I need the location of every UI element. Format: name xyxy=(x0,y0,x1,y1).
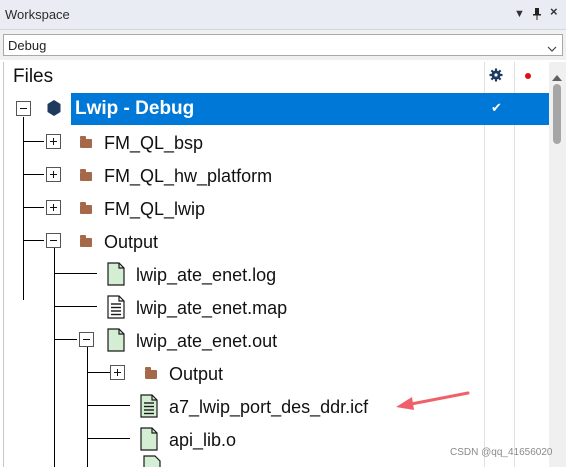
vertical-scrollbar[interactable] xyxy=(549,62,566,467)
tree-item-label: lwip_ate_enet.out xyxy=(136,331,278,351)
tree-item-output-nested[interactable]: Output xyxy=(4,357,549,390)
tree-item-label: FM_QL_hw_platform xyxy=(104,166,273,186)
text-file-icon xyxy=(140,394,158,423)
folder-icon xyxy=(80,202,92,214)
expand-toggle[interactable] xyxy=(110,365,125,380)
workspace-titlebar: Workspace ▼ × xyxy=(0,0,566,30)
tree-item-label: Output xyxy=(169,364,224,384)
files-column-label: Files xyxy=(13,66,54,87)
file-icon xyxy=(107,262,125,291)
tree-item-label: api_lib.o xyxy=(169,430,237,450)
tree-item-label: FM_QL_bsp xyxy=(104,133,204,153)
tree-item-label: lwip_ate_enet.map xyxy=(136,298,288,318)
pin-icon[interactable] xyxy=(532,8,542,23)
tree-item-map-file[interactable]: lwip_ate_enet.map xyxy=(4,291,549,324)
tree-item-fm-ql-hw-platform[interactable]: FM_QL_hw_platform xyxy=(4,159,549,192)
tree-item-out-file[interactable]: lwip_ate_enet.out xyxy=(4,324,549,357)
scrollbar-thumb[interactable] xyxy=(553,84,561,144)
chevron-down-icon[interactable] xyxy=(547,40,557,58)
tree-item-fm-ql-bsp[interactable]: FM_QL_bsp xyxy=(4,126,549,159)
tree-item-label: Output xyxy=(104,232,159,252)
build-status-dot-icon xyxy=(525,73,531,79)
tree-item-label: FM_QL_lwip xyxy=(104,199,206,219)
project-hexagon-icon xyxy=(47,100,61,121)
collapse-toggle[interactable] xyxy=(46,233,61,248)
folder-icon xyxy=(80,235,92,247)
tree-item-output[interactable]: Output xyxy=(4,225,549,258)
window-title: Workspace xyxy=(5,7,70,22)
close-icon[interactable]: × xyxy=(550,5,558,18)
configuration-value: Debug xyxy=(8,38,47,53)
collapse-toggle[interactable] xyxy=(16,101,31,116)
project-row[interactable]: Lwip - Debug ✔ xyxy=(71,93,549,125)
expand-toggle[interactable] xyxy=(46,200,61,215)
folder-icon xyxy=(80,169,92,181)
checkmark-icon: ✔ xyxy=(491,100,502,115)
tree-item-log-file[interactable]: lwip_ate_enet.log xyxy=(4,258,549,291)
project-label: Lwip - Debug xyxy=(75,98,195,119)
gear-icon[interactable] xyxy=(489,68,503,87)
annotation-arrow-icon xyxy=(392,390,472,419)
files-header: Files xyxy=(4,62,549,92)
dropdown-menu-icon[interactable]: ▼ xyxy=(514,8,525,20)
file-icon xyxy=(107,328,125,357)
tree-item-label: lwip_ate_enet.log xyxy=(136,265,277,285)
files-tree-panel: Files Lwip - Debug ✔ FM_QL_bsp FM_QL_hw_… xyxy=(3,62,549,467)
text-file-icon xyxy=(107,295,125,324)
tree-item-label: a7_lwip_port_des_ddr.icf xyxy=(169,397,369,417)
file-icon xyxy=(140,427,158,456)
file-icon xyxy=(143,455,161,467)
folder-icon xyxy=(145,367,157,379)
expand-toggle[interactable] xyxy=(46,134,61,149)
folder-icon xyxy=(80,136,92,148)
collapse-toggle[interactable] xyxy=(79,332,94,347)
tree-item-fm-ql-lwip[interactable]: FM_QL_lwip xyxy=(4,192,549,225)
watermark-text: CSDN @qq_41656020 xyxy=(450,447,553,458)
configuration-bar: Debug xyxy=(0,30,566,60)
configuration-dropdown[interactable]: Debug xyxy=(3,34,563,56)
expand-toggle[interactable] xyxy=(46,167,61,182)
